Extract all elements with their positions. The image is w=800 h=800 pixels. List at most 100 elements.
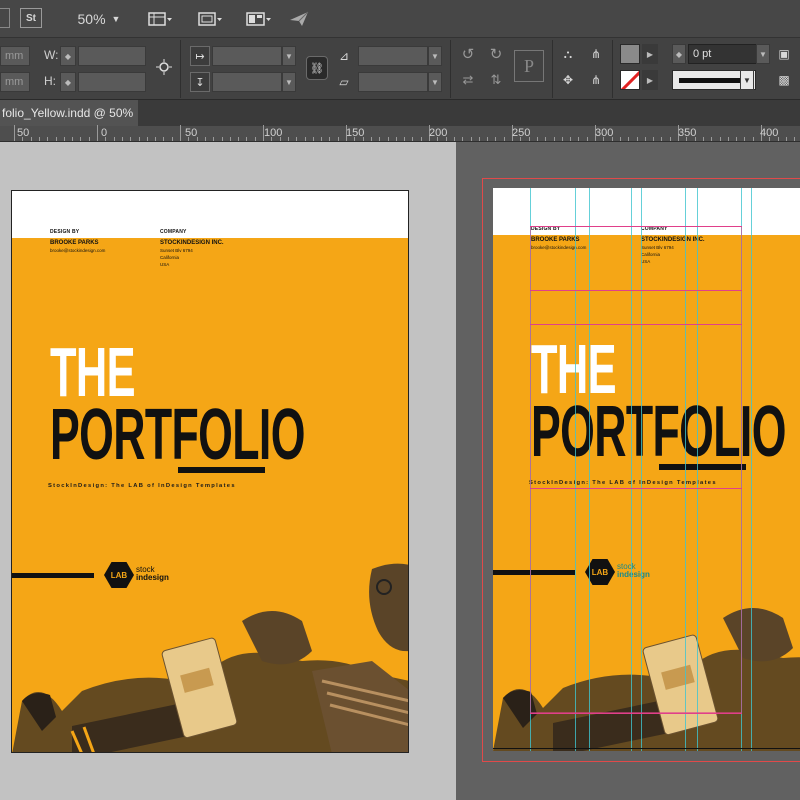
title-portfolio: PORTFOLIO xyxy=(50,395,305,475)
company-address-line: USA xyxy=(160,262,170,267)
select-container-button[interactable]: ⛬ xyxy=(558,44,578,64)
scale-y-field[interactable] xyxy=(212,72,282,92)
flip-horizontal-button[interactable]: ⇄ xyxy=(458,70,478,90)
scale-x-dropdown[interactable]: ▼ xyxy=(282,46,296,66)
scale-y-dropdown[interactable]: ▼ xyxy=(282,72,296,92)
ruler-tick xyxy=(736,137,738,141)
ruler-tick xyxy=(503,137,505,141)
screen-mode-button[interactable] xyxy=(195,8,225,30)
ruler-tick xyxy=(636,137,638,141)
ruler-tick xyxy=(47,137,49,141)
stroke-weight-stepper[interactable]: ◆ xyxy=(672,44,686,64)
scale-x-field[interactable] xyxy=(212,46,282,66)
separator xyxy=(450,40,451,98)
ruler-tick xyxy=(744,137,746,141)
rotation-field[interactable] xyxy=(358,46,428,66)
cover-photo xyxy=(12,563,408,752)
constrain-scale-button[interactable]: ⛓ xyxy=(306,56,328,80)
ruler-tick xyxy=(545,137,547,141)
stroke-weight-value: 0 pt xyxy=(693,48,712,60)
ruler-label: 350 xyxy=(678,127,697,139)
chain-link-icon: ⛓ xyxy=(310,62,324,75)
design-by-label: DESIGN BY xyxy=(50,229,80,235)
ruler-tick xyxy=(72,137,74,141)
select-previous-button[interactable]: ⋔ xyxy=(584,44,608,64)
view-options-button[interactable] xyxy=(145,8,175,30)
ruler-tick xyxy=(88,137,90,141)
fill-menu-button[interactable]: ▶ xyxy=(642,44,658,64)
select-next-button[interactable]: ⋔ xyxy=(584,70,608,90)
ruler-tick xyxy=(412,137,414,141)
ruler-tick xyxy=(711,137,713,141)
company-name: STOCKINDESIGN INC. xyxy=(160,240,224,246)
rotate-ccw-button[interactable]: ↺ xyxy=(458,44,478,64)
arrange-documents-button[interactable] xyxy=(243,8,275,30)
w-stepper[interactable]: ◆ xyxy=(60,46,76,66)
ruler-tick xyxy=(586,137,588,141)
ruler-label: 50 xyxy=(185,127,198,139)
page-preview[interactable]: DESIGN BY BROOKE PARKS brooke@stockindes… xyxy=(11,190,409,753)
ruler-tick xyxy=(644,137,646,141)
ruler-tick xyxy=(238,137,240,141)
fill-swatch-icon[interactable] xyxy=(620,44,640,64)
shear-field[interactable] xyxy=(358,72,428,92)
scale-y-icon: ↧ xyxy=(190,72,210,92)
bridge-label: St xyxy=(26,12,36,24)
unit-text: mm xyxy=(5,50,24,62)
application-bar: St 50% ▼ xyxy=(0,0,800,38)
page-guides-view[interactable]: DESIGN BY BROOKE PARKS brooke@stockindes… xyxy=(493,188,800,751)
ruler-tick xyxy=(487,137,489,141)
rotation-dropdown[interactable]: ▼ xyxy=(428,46,442,66)
grid-view-icon xyxy=(148,12,172,26)
separator xyxy=(612,40,613,98)
ruler-label: 100 xyxy=(264,127,283,139)
constrain-proportions-button[interactable] xyxy=(153,56,175,78)
ruler-tick xyxy=(121,137,123,141)
select-content-button[interactable]: ✥ xyxy=(558,70,578,90)
zoom-level-dropdown[interactable]: 50% ▼ xyxy=(70,8,128,30)
select-next-icon: ⋔ xyxy=(590,73,602,87)
ruler-tick xyxy=(395,137,397,141)
shear-dropdown[interactable]: ▼ xyxy=(428,72,442,92)
ruler-tick xyxy=(63,137,65,141)
ruler-tick xyxy=(312,137,314,141)
arrange-documents-icon xyxy=(246,12,271,26)
ruler-tick xyxy=(661,137,663,141)
ruler-tick xyxy=(304,137,306,141)
flip-vertical-button[interactable]: ⇅ xyxy=(486,70,506,90)
horizontal-ruler[interactable]: 50 0 50 100 150 200 250 300 350 400 xyxy=(0,125,800,142)
bridge-button[interactable]: St xyxy=(20,8,42,28)
stroke-swatch-icon[interactable] xyxy=(620,70,640,90)
select-previous-icon: ⋔ xyxy=(590,47,602,61)
p-icon: P xyxy=(523,55,534,76)
screen-mode-icon xyxy=(198,12,222,26)
height-field[interactable] xyxy=(78,72,146,92)
rotate-cw-button[interactable]: ↻ xyxy=(486,44,506,64)
select-container-icon: ⛬ xyxy=(563,46,573,61)
y-field[interactable]: mm xyxy=(0,72,30,92)
width-field[interactable] xyxy=(78,46,146,66)
stroke-type-dropdown[interactable]: ▼ xyxy=(740,70,754,90)
ruler-tick xyxy=(794,137,796,141)
document-tab[interactable]: folio_Yellow.indd @ 50% xyxy=(0,100,138,126)
publish-online-icon xyxy=(290,11,309,26)
menu-icon[interactable] xyxy=(0,8,10,28)
ruler-tick xyxy=(453,137,455,141)
h-stepper[interactable]: ◆ xyxy=(60,72,76,92)
ruler-tick xyxy=(171,137,173,141)
stroke-menu-button[interactable]: ▶ xyxy=(642,70,658,90)
ruler-tick xyxy=(130,137,132,141)
stroke-weight-dropdown[interactable]: ▼ xyxy=(756,44,770,64)
rotate-icon: ↺ xyxy=(461,46,475,63)
reference-point-button[interactable]: ▣ xyxy=(774,44,794,64)
company-address-line: Sunset Blv 6794 xyxy=(160,248,193,253)
ruler-tick xyxy=(785,137,787,141)
ruler-tick xyxy=(213,137,215,141)
stroke-weight-field[interactable]: 0 pt xyxy=(688,44,758,64)
x-field[interactable]: mm xyxy=(0,46,30,66)
document-tab-title: folio_Yellow.indd @ 50% xyxy=(2,106,134,120)
ruler-tick xyxy=(296,137,298,141)
effects-button[interactable]: ▩ xyxy=(774,70,794,90)
ruler-tick xyxy=(669,137,671,141)
publish-online-button[interactable] xyxy=(287,8,313,30)
